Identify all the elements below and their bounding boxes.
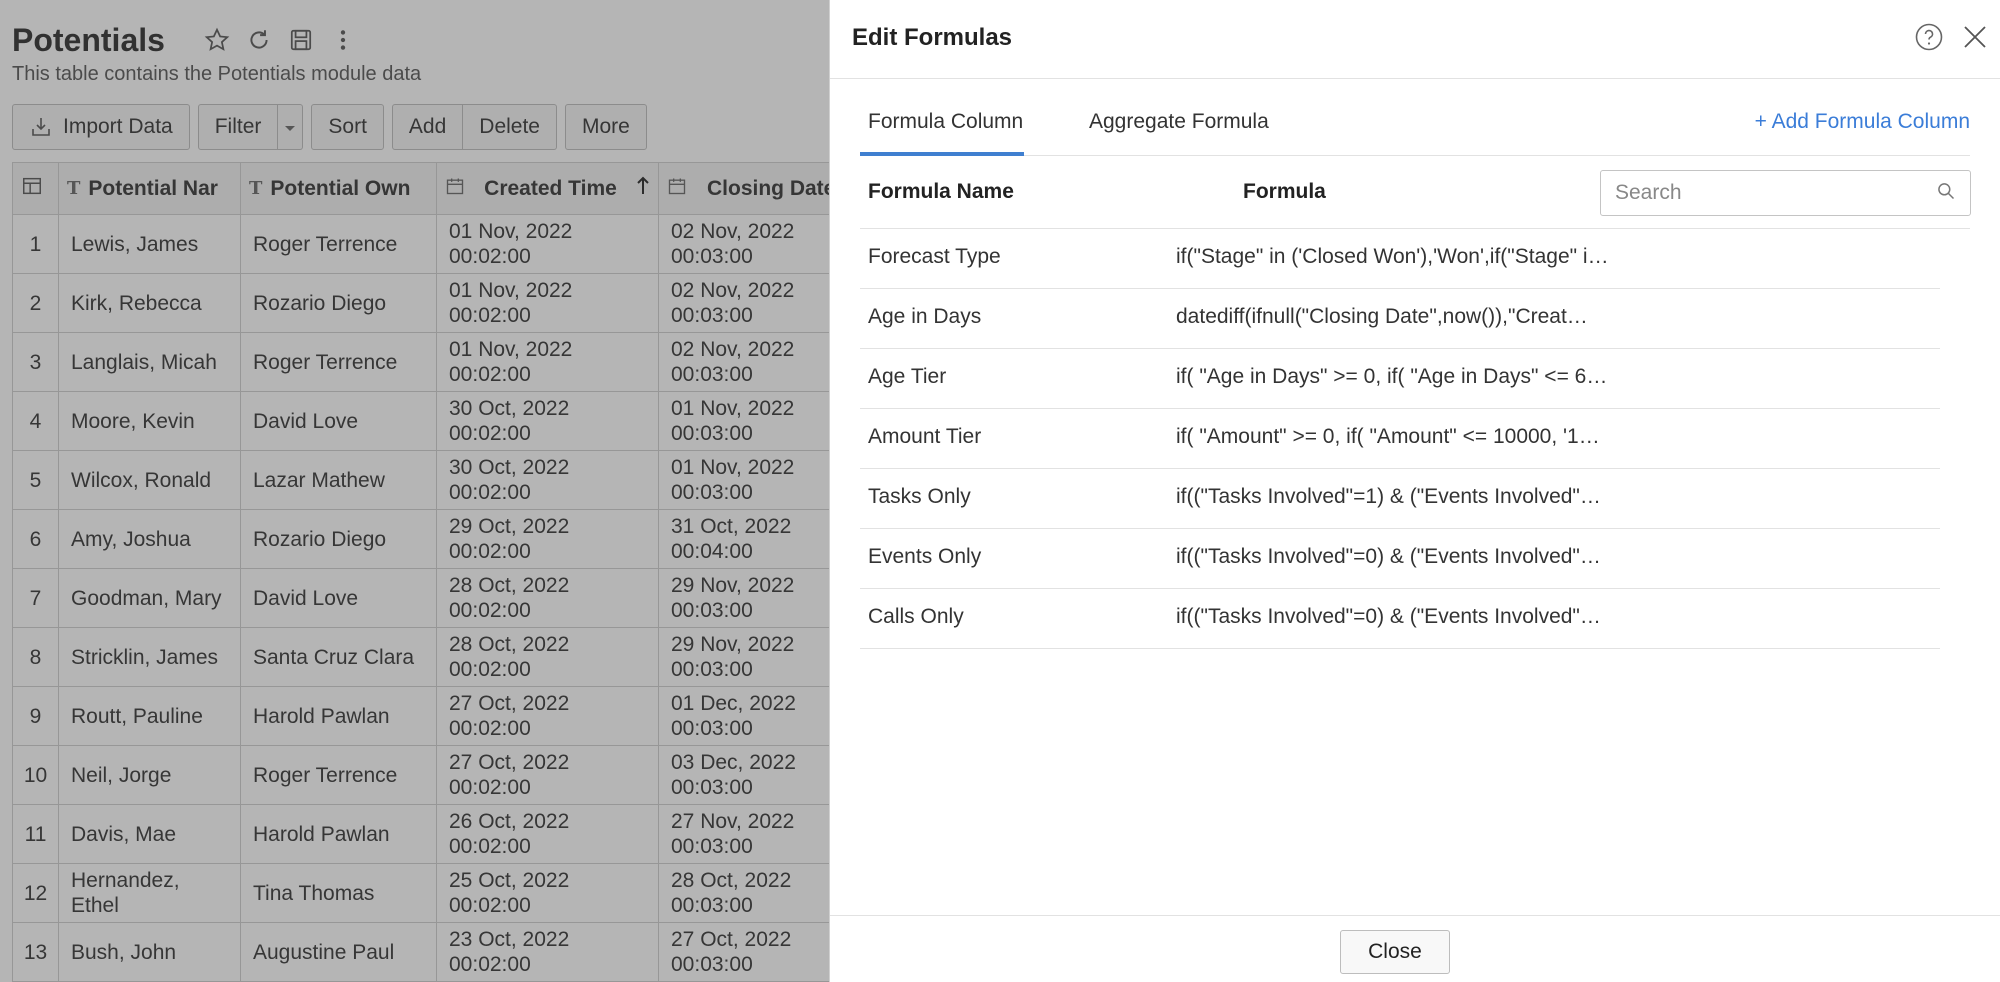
search-input[interactable] — [1615, 181, 1936, 205]
help-icon[interactable] — [1914, 22, 1944, 52]
formula-row[interactable]: Forecast Type if("Stage" in ('Closed Won'… — [860, 229, 1940, 289]
formula-row[interactable]: Tasks Only if(("Tasks Involved"=1) & ("Ev… — [860, 469, 1940, 529]
drawer-title: Edit Formulas — [852, 24, 1013, 51]
formula-name: Age Tier — [868, 365, 947, 388]
formula-row[interactable]: Amount Tier if( "Amount" >= 0, if( "Amoun… — [860, 409, 1940, 469]
formula-expression: if("Stage" in ('Closed Won'),'Won',if("S… — [1176, 245, 1609, 268]
formula-expression: if(("Tasks Involved"=1) & ("Events Invol… — [1176, 485, 1601, 508]
formula-name: Tasks Only — [868, 485, 971, 508]
search-icon[interactable] — [1936, 181, 1956, 206]
edit-formulas-drawer: Edit Formulas Formula Column Aggregate F… — [829, 0, 2000, 982]
formula-expression: datediff(ifnull("Closing Date",now()),"C… — [1176, 305, 1588, 328]
formula-expression: if(("Tasks Involved"=0) & ("Events Invol… — [1176, 545, 1601, 568]
formula-name: Forecast Type — [868, 245, 1001, 268]
formula-name: Events Only — [868, 545, 982, 568]
drawer-header: Edit Formulas — [830, 0, 2000, 79]
formula-name: Age in Days — [868, 305, 982, 328]
drawer-footer: Close — [830, 915, 2000, 982]
formula-name: Calls Only — [868, 605, 964, 628]
formula-row[interactable]: Age in Days datediff(ifnull("Closing Date… — [860, 289, 1940, 349]
formula-row[interactable]: Calls Only if(("Tasks Involved"=0) & ("Ev… — [860, 589, 1940, 649]
formula-expression: if( "Age in Days" >= 0, if( "Age in Days… — [1176, 365, 1608, 388]
close-icon[interactable] — [1960, 22, 1990, 52]
formula-row[interactable]: Age Tier if( "Age in Days" >= 0, if( "Age… — [860, 349, 1940, 409]
formula-row[interactable]: Events Only if(("Tasks Involved"=0) & ("E… — [860, 529, 1940, 589]
tab-formula-column[interactable]: Formula Column — [860, 110, 1024, 156]
formula-tabs: Formula Column Aggregate Formula + Add F… — [860, 100, 1970, 156]
formula-name-header: Formula Name — [868, 180, 1014, 203]
formula-expression: if(("Tasks Involved"=0) & ("Events Invol… — [1176, 605, 1601, 628]
close-button[interactable]: Close — [1340, 930, 1450, 974]
tab-aggregate-formula[interactable]: Aggregate Formula — [1089, 110, 1269, 156]
formula-header: Formula — [1243, 180, 1326, 203]
formula-name: Amount Tier — [868, 425, 982, 448]
add-formula-column-link[interactable]: + Add Formula Column — [1755, 110, 1970, 134]
formula-expression: if( "Amount" >= 0, if( "Amount" <= 10000… — [1176, 425, 1600, 448]
search-box — [1600, 170, 1971, 216]
